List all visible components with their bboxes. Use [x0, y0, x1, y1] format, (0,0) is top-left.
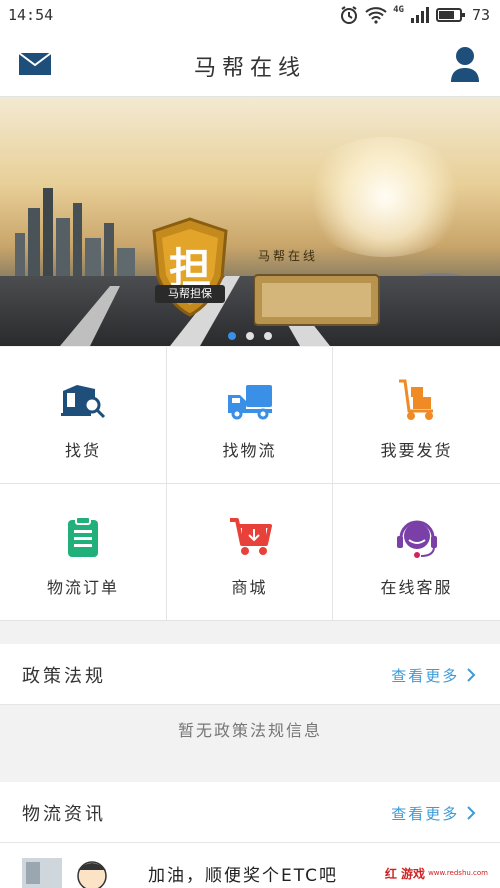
watermark-sub: www.redshu.com	[428, 869, 488, 877]
banner-sign-board	[254, 274, 380, 326]
news-more-link[interactable]: 查看更多	[391, 803, 476, 824]
banner-sign-title: 马帮在线	[258, 249, 319, 263]
shield-label: 马帮担保	[155, 285, 225, 303]
banner-sun-glow	[300, 137, 470, 257]
signal-icon	[410, 7, 429, 23]
service-online-support[interactable]: 在线客服	[333, 484, 500, 621]
network-type-label: 4G	[393, 5, 404, 15]
news-thumbnail	[22, 858, 107, 888]
city-skyline-illustration	[15, 188, 135, 288]
battery-level: 73	[471, 6, 490, 24]
service-ship-goods[interactable]: 我要发货	[333, 347, 500, 484]
clipboard-icon	[68, 516, 98, 557]
carousel-indicator	[0, 332, 500, 340]
news-section-title: 物流资讯	[22, 804, 106, 825]
headset-icon	[396, 520, 437, 558]
user-icon[interactable]	[450, 46, 480, 82]
service-label: 我要发货	[380, 441, 453, 460]
shopping-cart-icon	[229, 518, 272, 555]
status-bar: 14:54 4G 73	[0, 0, 500, 30]
wifi-icon	[365, 7, 387, 24]
policy-more-link[interactable]: 查看更多	[391, 665, 476, 686]
service-label: 找物流	[222, 441, 277, 460]
carousel-dot[interactable]	[264, 332, 272, 340]
service-find-goods[interactable]: 找货	[0, 347, 167, 484]
service-grid: 找货 找物流 我要发货 物流订单 商城 在线客服	[0, 347, 500, 621]
watermark-logo: 红 游戏 www.redshu.com	[380, 862, 492, 884]
page-title: 马帮在线	[193, 56, 306, 81]
news-more-label: 查看更多	[391, 805, 460, 823]
service-find-logistics[interactable]: 找物流	[167, 347, 333, 484]
carousel-dot[interactable]	[246, 332, 254, 340]
app-header: 马帮在线	[0, 30, 500, 97]
news-section-header: 物流资讯 查看更多	[0, 782, 500, 843]
banner-carousel[interactable]: 担 马帮担保 马帮在线	[0, 97, 500, 346]
cart-boxes-icon	[398, 379, 433, 420]
status-icons: 4G 73	[339, 4, 490, 26]
service-logistics-orders[interactable]: 物流订单	[0, 484, 167, 621]
status-time: 14:54	[8, 6, 54, 24]
alarm-icon	[341, 6, 358, 24]
chevron-right-icon	[467, 668, 476, 682]
service-mall[interactable]: 商城	[167, 484, 333, 621]
service-label: 物流订单	[46, 578, 119, 597]
policy-more-label: 查看更多	[391, 667, 460, 685]
news-item-title: 加油，顺便奖个ETC吧	[148, 866, 338, 886]
policy-section-header: 政策法规 查看更多	[0, 644, 500, 705]
chevron-right-icon	[467, 806, 476, 820]
service-label: 在线客服	[380, 578, 453, 597]
carousel-dot[interactable]	[228, 332, 236, 340]
service-label: 商城	[231, 578, 268, 597]
truck-icon	[227, 385, 272, 420]
policy-section-title: 政策法规	[22, 666, 106, 687]
battery-icon	[435, 8, 465, 22]
news-list-item[interactable]: 加油，顺便奖个ETC吧 红 游戏 www.redshu.com	[0, 843, 500, 888]
watermark-main: 红 游戏	[384, 866, 426, 881]
search-goods-icon	[61, 385, 106, 419]
policy-empty-message: 暂无政策法规信息	[0, 705, 500, 757]
service-label: 找货	[64, 441, 101, 460]
